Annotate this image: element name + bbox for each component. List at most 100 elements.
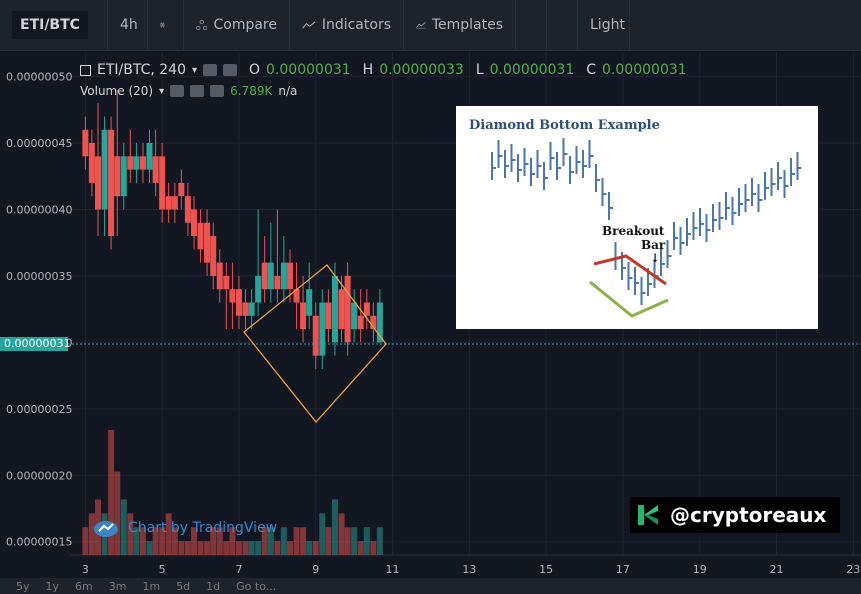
volume-bar — [306, 541, 313, 555]
series-title[interactable]: ETI/BTC, 240 — [97, 62, 186, 78]
undo-button[interactable] — [516, 0, 547, 50]
breakout-arrow: ↓ — [650, 251, 661, 265]
high-value: 0.00000033 — [379, 62, 464, 78]
volume-bar — [351, 527, 358, 555]
candle-body — [159, 156, 166, 210]
candle-body — [319, 302, 326, 356]
x-axis-labels: 3 5 7 9 11 13 15 17 19 21 23 — [82, 563, 860, 576]
candle-body — [344, 275, 351, 343]
volume-bar — [274, 541, 281, 555]
diamond-bottom-example-image: Diamond Bottom Example Breakout Bar ↓ — [456, 106, 818, 329]
candle-body — [108, 129, 115, 237]
theme-toggle-button[interactable]: Light — [578, 0, 630, 50]
y-tick-label: 0.00000045 — [6, 137, 72, 150]
x-tick-label: 13 — [462, 563, 476, 576]
symbol-label: ETI/BTC — [12, 11, 88, 39]
volume-bar — [248, 541, 255, 555]
volume-caret-icon[interactable]: ▾ — [159, 86, 164, 97]
close-label: C — [586, 62, 597, 78]
volume-bar — [344, 527, 351, 555]
tradingview-badge[interactable]: Chart by TradingView — [92, 517, 277, 539]
y-tick-label: 0.00000020 — [6, 469, 72, 482]
volume-close-icon[interactable] — [210, 85, 225, 97]
indicators-button[interactable]: Indicators — [290, 0, 404, 50]
candle-body — [127, 156, 134, 170]
volume-bar — [82, 527, 89, 555]
candle-body — [363, 302, 370, 316]
range-5d[interactable]: 5d — [176, 580, 190, 593]
range-5y[interactable]: 5y — [16, 580, 30, 593]
collapse-icon[interactable] — [80, 64, 91, 76]
current-price-tag: 0.00000031 — [0, 337, 70, 351]
volume-bar — [319, 513, 326, 555]
volume-bar — [204, 541, 211, 555]
chart-style-button[interactable] — [148, 0, 184, 50]
interval-button[interactable]: 4h — [108, 0, 148, 50]
bar-label: Bar — [641, 238, 666, 252]
range-1m[interactable]: 1m — [142, 580, 160, 593]
candle-body — [88, 143, 95, 183]
range-3m[interactable]: 3m — [109, 580, 127, 593]
main-series-legend: ETI/BTC, 240 ▾ O 0.00000031 H 0.00000033 L… — [80, 62, 687, 78]
volume-na: n/a — [278, 84, 298, 98]
y-tick-label: 0.00000035 — [6, 270, 72, 283]
x-tick-label: 3 — [82, 563, 89, 576]
high-label: H — [362, 62, 374, 78]
candle-body — [133, 156, 140, 170]
candle-body — [325, 302, 332, 330]
volume-bar — [363, 527, 370, 555]
range-6m[interactable]: 6m — [75, 580, 93, 593]
volume-bar — [357, 541, 364, 555]
x-tick-label: 9 — [312, 563, 319, 576]
volume-settings-icon[interactable] — [170, 85, 185, 97]
range-1d[interactable]: 1d — [206, 580, 220, 593]
y-tick-label: 0.00000050 — [6, 71, 72, 84]
author-handle: @cryptoreaux — [670, 503, 827, 527]
candle-body — [280, 262, 287, 290]
x-tick-label: 5 — [159, 563, 166, 576]
open-label: O — [249, 62, 261, 78]
range-1y[interactable]: 1y — [46, 580, 60, 593]
candle-body — [223, 275, 230, 290]
candle-body — [242, 302, 249, 316]
inset-bar-chart — [491, 138, 802, 318]
symbol-search-button[interactable]: ETI/BTC — [0, 0, 108, 50]
volume-bar — [197, 541, 204, 555]
low-value: 0.00000031 — [489, 62, 575, 78]
templates-label: Templates — [431, 17, 503, 33]
format-icon[interactable] — [223, 64, 238, 76]
dropdown-caret-icon[interactable]: ▾ — [192, 65, 197, 76]
volume-bar — [370, 541, 377, 555]
candle-body — [331, 275, 338, 343]
theme-label: Light — [590, 17, 625, 33]
candle-body — [312, 315, 319, 356]
redo-button[interactable] — [547, 0, 578, 50]
volume-format-icon[interactable] — [190, 85, 205, 97]
x-tick-label: 17 — [616, 563, 630, 576]
candle-body — [287, 262, 294, 290]
candle-body — [165, 196, 172, 210]
range-bar: 5y 1y 6m 3m 1m 5d 1d Go to... — [0, 578, 861, 594]
open-value: 0.00000031 — [266, 62, 351, 78]
candle-body — [82, 129, 89, 157]
volume-bar — [280, 527, 287, 555]
volume-title[interactable]: Volume (20) — [80, 84, 153, 98]
volume-legend: Volume (20) ▾ 6.789K n/a — [80, 84, 297, 98]
candle-body — [152, 156, 159, 183]
candle-body — [114, 156, 121, 197]
volume-bar — [223, 541, 230, 555]
x-tick-label: 23 — [846, 563, 860, 576]
templates-button[interactable]: Templates — [404, 0, 516, 50]
candle-body — [235, 289, 242, 316]
goto-button[interactable]: Go to... — [236, 580, 276, 593]
compare-button[interactable]: Compare — [184, 0, 290, 50]
candle-body — [338, 289, 345, 330]
close-value: 0.00000031 — [602, 62, 687, 78]
candle-body — [146, 143, 153, 170]
settings-icon[interactable] — [203, 64, 218, 76]
x-tick-label: 15 — [539, 563, 553, 576]
volume-bar — [184, 541, 191, 555]
volume-bar — [312, 541, 319, 555]
indicators-icon — [302, 21, 316, 29]
candle-body — [357, 315, 364, 330]
